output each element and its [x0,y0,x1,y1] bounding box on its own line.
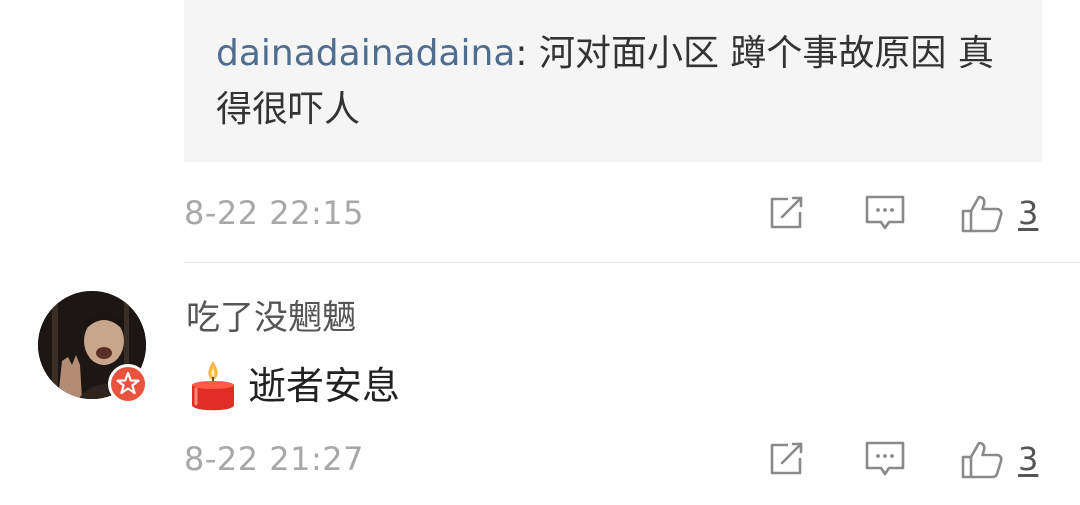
comment-username[interactable]: 吃了没魍魉 [186,294,356,342]
timestamp: 8-22 22:15 [184,194,365,232]
comment-icon[interactable] [864,194,906,232]
share-edit-icon[interactable] [766,194,808,232]
thumbs-up-icon[interactable] [960,194,1003,233]
comment-meta-row: 8-22 21:27 3 [184,436,1042,482]
reply-quote-separator: : [515,33,539,74]
verified-badge-icon [108,364,148,404]
like-count[interactable]: 3 [1018,436,1038,482]
timestamp: 8-22 21:27 [184,440,365,478]
share-edit-icon[interactable] [766,440,808,478]
reply-quote-box[interactable]: dainadainadaina: 河对面小区 蹲个事故原因 真得很吓人 [184,0,1042,162]
comment-thread: dainadainadaina: 河对面小区 蹲个事故原因 真得很吓人 8-22… [0,0,1080,505]
comment-body: 逝者安息 [188,358,400,414]
divider [184,262,1080,263]
candle-emoji [192,361,234,411]
reply-quote-text: dainadainadaina: 河对面小区 蹲个事故原因 真得很吓人 [216,26,1016,138]
comment-icon[interactable] [864,440,906,478]
like-count[interactable]: 3 [1018,190,1038,236]
comment-text: 逝者安息 [248,364,401,408]
reply-quote-username[interactable]: dainadainadaina [216,33,515,74]
comment-meta-row: 8-22 22:15 3 [184,190,1042,236]
thumbs-up-icon[interactable] [960,440,1003,479]
